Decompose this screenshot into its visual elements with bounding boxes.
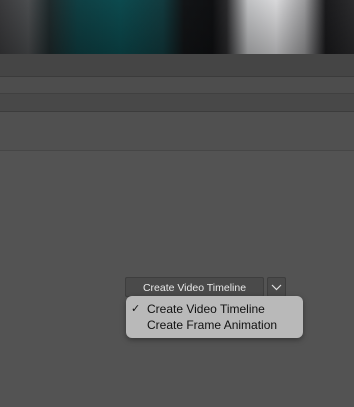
timeline-type-menu: ✓ Create Video Timeline Create Frame Ani…: [126, 296, 303, 338]
panel-divider: [0, 77, 354, 94]
create-video-timeline-button[interactable]: Create Video Timeline: [125, 277, 264, 297]
canvas-image: [0, 0, 354, 54]
menu-item-create-video-timeline[interactable]: ✓ Create Video Timeline: [126, 301, 303, 317]
chevron-down-icon: [271, 284, 282, 290]
panel-header: [0, 94, 354, 112]
checkmark-icon: ✓: [131, 303, 141, 315]
timeline-type-dropdown-button[interactable]: [267, 277, 286, 297]
menu-item-create-frame-animation[interactable]: Create Frame Animation: [126, 317, 303, 333]
menu-item-label: Create Video Timeline: [147, 302, 265, 316]
menu-item-label: Create Frame Animation: [147, 318, 278, 332]
toolbar-strip: [0, 54, 354, 77]
panel-options-bar: [0, 112, 354, 151]
